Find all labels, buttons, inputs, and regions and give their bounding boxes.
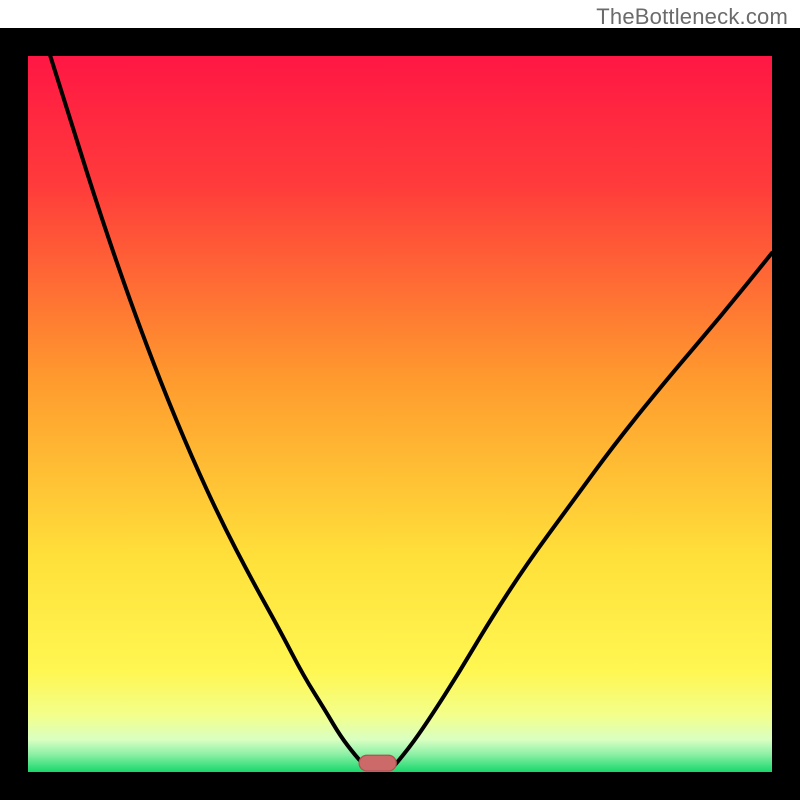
watermark-label: TheBottleneck.com: [596, 4, 788, 30]
chart-canvas: TheBottleneck.com: [0, 0, 800, 800]
optimal-marker: [359, 755, 396, 771]
bottleneck-chart: [0, 0, 800, 800]
